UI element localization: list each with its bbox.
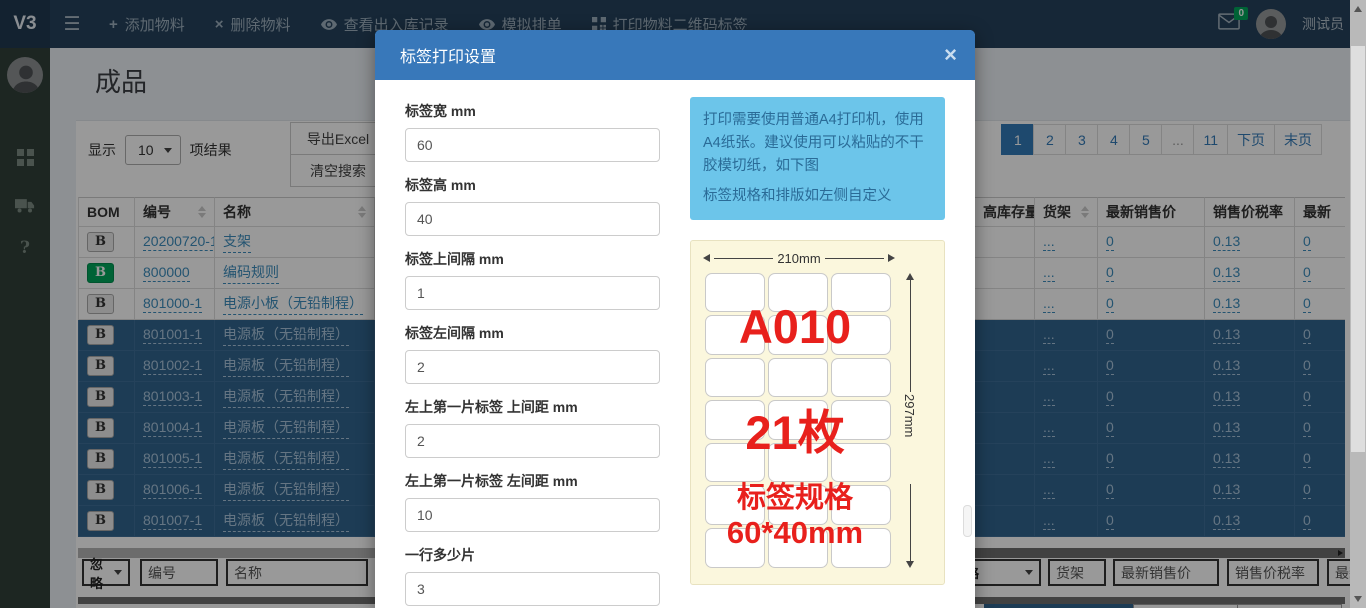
field-label: 左上第一片标签 左间距 mm: [405, 471, 660, 491]
label-sheet-preview: 210mm 297mm A010 21枚 标签规格 60*40mm: [690, 240, 945, 585]
field-input-0[interactable]: [405, 128, 660, 162]
close-icon[interactable]: ×: [944, 45, 957, 65]
modal-right-column: 打印需要使用普通A4打印机，使用A4纸张。建议使用可以粘贴的不干胶模切纸，如下图…: [690, 97, 945, 585]
label-sticker-cell: [705, 358, 765, 398]
form-field: 标签左间隔 mm: [405, 323, 660, 384]
form-field: 左上第一片标签 左间距 mm: [405, 471, 660, 532]
form-field: 标签上间隔 mm: [405, 249, 660, 310]
arrow-right-icon: [888, 254, 895, 262]
page-vertical-scrollbar[interactable]: [1350, 0, 1366, 608]
label-print-settings-modal: 标签打印设置 × 标签宽 mm 标签高 mm 标签上间隔 mm 标签左间隔 mm 左上第…: [375, 30, 975, 608]
field-input-5[interactable]: [405, 498, 660, 532]
modal-scrollbar-thumb[interactable]: [963, 505, 972, 537]
field-label: 标签宽 mm: [405, 101, 660, 121]
sheet-count-label: 21枚: [697, 409, 893, 456]
sheet-code-label: A010: [697, 303, 893, 350]
info-line: 标签规格和排版如左侧自定义: [703, 185, 932, 208]
field-input-2[interactable]: [405, 276, 660, 310]
field-input-6[interactable]: [405, 572, 660, 606]
label-sticker-cell: [831, 358, 891, 398]
field-label: 标签左间隔 mm: [405, 323, 660, 343]
field-input-3[interactable]: [405, 350, 660, 384]
scroll-up-arrow[interactable]: [1354, 6, 1362, 12]
sheet-spec-label-1: 标签规格: [697, 484, 893, 513]
form-field: 标签宽 mm: [405, 101, 660, 162]
printer-info-box: 打印需要使用普通A4打印机，使用A4纸张。建议使用可以粘贴的不干胶模切纸，如下图…: [690, 97, 945, 220]
form-field: 左上第一片标签 上间距 mm: [405, 397, 660, 458]
label-sticker-cell: [768, 358, 828, 398]
modal-body: 标签宽 mm 标签高 mm 标签上间隔 mm 标签左间隔 mm 左上第一片标签 上间距 …: [375, 80, 975, 608]
sheet-height-dimension: 297mm: [905, 273, 929, 568]
sheet-spec-label-2: 60*40mm: [697, 517, 893, 548]
modal-header: 标签打印设置 ×: [375, 30, 975, 80]
form-field: 标签高 mm: [405, 175, 660, 236]
arrow-down-icon: [906, 561, 914, 568]
info-line: 打印需要使用普通A4打印机，使用A4纸张。建议使用可以粘贴的不干胶模切纸，如下图: [703, 109, 932, 178]
sheet-height-label: 297mm: [902, 394, 917, 437]
scrollbar-thumb[interactable]: [1351, 46, 1365, 452]
sheet-width-dimension: 210mm: [703, 251, 895, 266]
label-settings-form: 标签宽 mm 标签高 mm 标签上间隔 mm 标签左间隔 mm 左上第一片标签 上间距 …: [405, 101, 660, 606]
sheet-width-label: 210mm: [777, 251, 820, 266]
modal-title: 标签打印设置: [400, 43, 496, 67]
arrow-left-icon: [703, 254, 710, 262]
field-label: 标签高 mm: [405, 175, 660, 195]
field-label: 左上第一片标签 上间距 mm: [405, 397, 660, 417]
field-input-4[interactable]: [405, 424, 660, 458]
field-input-1[interactable]: [405, 202, 660, 236]
scroll-down-arrow[interactable]: [1354, 596, 1362, 602]
form-field: 一行多少片: [405, 545, 660, 606]
field-label: 一行多少片: [405, 545, 660, 565]
field-label: 标签上间隔 mm: [405, 249, 660, 269]
